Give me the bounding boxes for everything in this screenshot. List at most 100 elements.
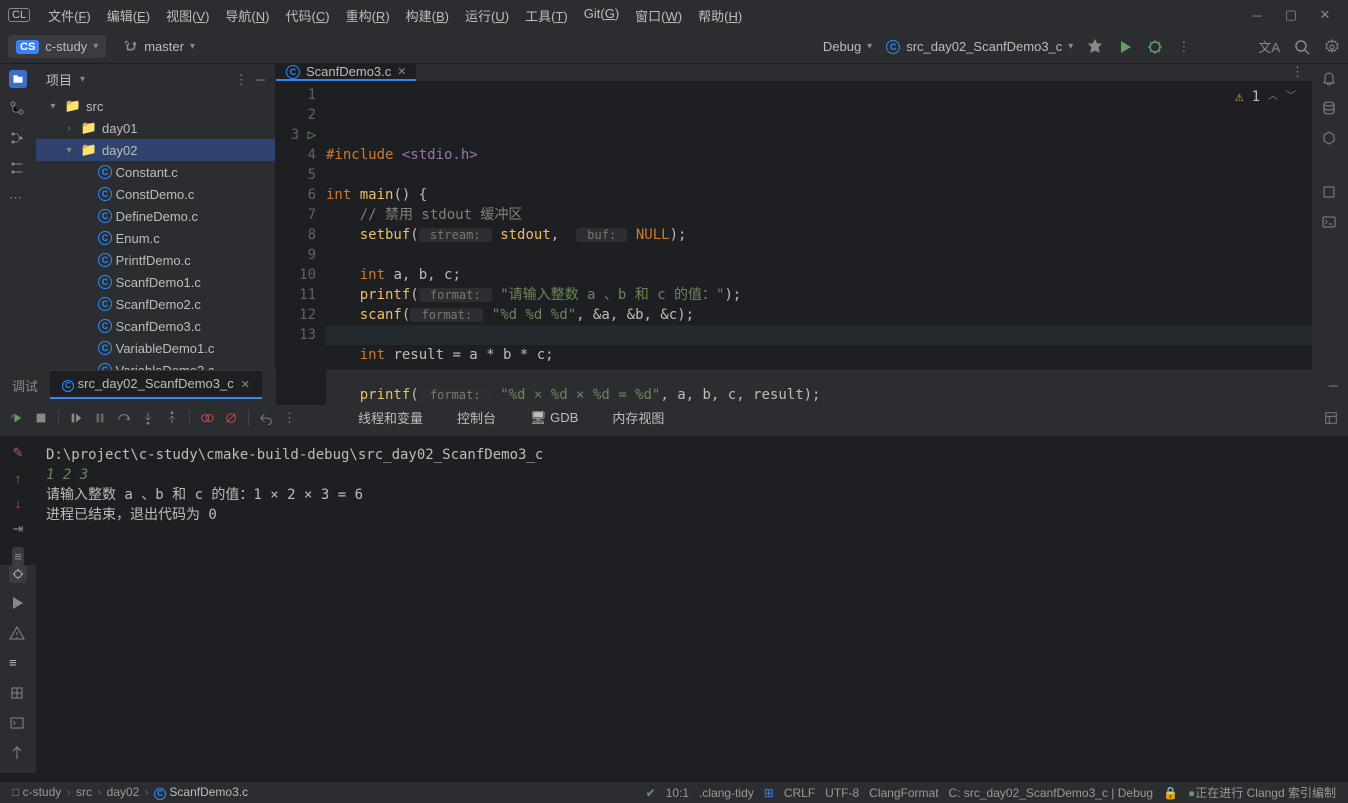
more-actions-button[interactable]: ⋮ xyxy=(1177,39,1190,55)
run-config-status[interactable]: C: src_day02_ScanfDemo3_c | Debug xyxy=(949,786,1154,800)
terminal-icon[interactable] xyxy=(1321,214,1339,232)
tree-row[interactable]: C ScanfDemo3.c xyxy=(36,315,275,337)
services-icon[interactable] xyxy=(9,685,27,703)
problems-icon[interactable] xyxy=(9,625,27,643)
editor-tab[interactable]: C ScanfDemo3.c ✕ xyxy=(276,64,416,81)
nav-down-icon[interactable]: ﹀ xyxy=(1286,87,1296,107)
memory-view-tab[interactable]: 内存视图 xyxy=(600,403,676,432)
cursor-pos[interactable]: 10:1 xyxy=(666,786,689,800)
layout-settings-icon[interactable] xyxy=(1324,411,1338,425)
pane-more-icon[interactable]: ⋮ xyxy=(235,72,248,88)
background-task[interactable]: ●正在进行 Clangd 索引编制 xyxy=(1188,784,1336,801)
view-breakpoints-button[interactable] xyxy=(200,411,214,425)
tree-row[interactable]: C ScanfDemo1.c xyxy=(36,271,275,293)
edit-config-icon[interactable]: ✎ xyxy=(13,445,24,461)
step-over-button[interactable] xyxy=(117,411,131,425)
breadcrumb[interactable]: □ c-study › src › day02 › C ScanfDemo3.c xyxy=(12,785,248,800)
run-mode-selector[interactable]: Debug ▾ xyxy=(823,39,872,54)
git-branch-selector[interactable]: master ▾ xyxy=(118,35,201,58)
mute-breakpoints-button[interactable] xyxy=(224,411,238,425)
debug-session-tab[interactable]: C src_day02_ScanfDemo3_c ✕ xyxy=(50,371,262,399)
database-icon[interactable] xyxy=(1321,100,1339,118)
console-content[interactable]: D:\project\c-study\cmake-build-debug\src… xyxy=(36,437,1348,773)
gdb-tab[interactable]: 🖥 GDB xyxy=(518,405,590,431)
vcs-tool-icon[interactable] xyxy=(9,100,27,118)
scroll-end-icon[interactable]: ≡ xyxy=(12,547,24,566)
tree-row[interactable]: C DefineDemo.c xyxy=(36,205,275,227)
tab-close-icon[interactable]: ✕ xyxy=(397,65,406,78)
debug-more-icon[interactable]: ⋮ xyxy=(283,410,296,426)
close-button[interactable]: ✕ xyxy=(1318,8,1332,22)
tree-row[interactable]: ▾📁day02 xyxy=(36,139,275,161)
encoding[interactable]: UTF-8 xyxy=(825,786,859,800)
minimize-button[interactable]: ─ xyxy=(1250,8,1264,22)
tab-close-icon[interactable]: ✕ xyxy=(238,379,250,391)
search-icon[interactable] xyxy=(1294,39,1310,55)
tree-row[interactable]: C ScanfDemo2.c xyxy=(36,293,275,315)
formatter[interactable]: ClangFormat xyxy=(869,786,938,800)
console-tab[interactable]: 控制台 xyxy=(445,403,508,432)
pane-hide-icon[interactable]: ─ xyxy=(256,72,265,87)
chevron-down-icon[interactable]: ▾ xyxy=(80,74,85,85)
lint-status[interactable]: .clang-tidy xyxy=(699,786,754,800)
settings-icon[interactable] xyxy=(1324,39,1340,55)
resume-button[interactable] xyxy=(69,411,83,425)
threads-vars-tab[interactable]: 线程和变量 xyxy=(346,403,435,432)
translate-icon[interactable]: 文A xyxy=(1258,37,1280,56)
lock-icon[interactable]: 🔒 xyxy=(1163,786,1178,800)
down-arrow-icon[interactable]: ↓ xyxy=(15,496,22,511)
code-area[interactable]: 123 ▷45678910111213 ⚠ 1 ︿ ﹀ #include <st… xyxy=(276,81,1312,405)
tree-row[interactable]: C ConstDemo.c xyxy=(36,183,275,205)
inspection-widget[interactable]: ⚠ 1 ︿ ﹀ xyxy=(1231,85,1300,109)
code-content[interactable]: ⚠ 1 ︿ ﹀ #include <stdio.h> int main() { … xyxy=(326,81,1312,405)
ai-assistant-icon[interactable] xyxy=(1321,130,1339,148)
tree-row[interactable]: C VariableDemo1.c xyxy=(36,337,275,359)
menu-item[interactable]: 工具(T) xyxy=(519,4,574,27)
structure-tool-icon[interactable] xyxy=(9,130,27,148)
menu-item[interactable]: 代码(C) xyxy=(280,4,336,27)
debug-tool-icon[interactable] xyxy=(9,565,27,583)
line-ending[interactable]: CRLF xyxy=(784,786,815,800)
soft-wrap-icon[interactable]: ⇥ xyxy=(13,521,24,537)
run-tool-icon[interactable] xyxy=(9,595,27,613)
cmake-icon[interactable] xyxy=(1321,184,1339,202)
menu-item[interactable]: 导航(N) xyxy=(219,4,275,27)
editor-more-icon[interactable]: ⋮ xyxy=(1283,64,1312,81)
more-tools-icon[interactable] xyxy=(9,160,27,178)
menu-item[interactable]: 视图(V) xyxy=(160,4,215,27)
rerun-button[interactable] xyxy=(10,411,24,425)
tree-row[interactable]: ›📁day01 xyxy=(36,117,275,139)
project-selector[interactable]: CS c-study ▾ xyxy=(8,35,106,58)
stop-button[interactable] xyxy=(34,411,48,425)
tree-row[interactable]: C Constant.c xyxy=(36,161,275,183)
tree-row[interactable]: C VariableDemo2.c xyxy=(36,359,275,370)
maximize-button[interactable]: ▢ xyxy=(1284,8,1298,22)
rollback-button[interactable] xyxy=(259,411,273,425)
tree-row[interactable]: ▾📁src xyxy=(36,95,275,117)
debug-session-tab[interactable]: 调试 xyxy=(0,371,50,399)
run-config-selector[interactable]: C src_day02_ScanfDemo3_c ▾ xyxy=(886,39,1073,54)
menu-item[interactable]: 重构(R) xyxy=(340,4,396,27)
panel-hide-icon[interactable]: ─ xyxy=(1319,371,1348,399)
build-button[interactable] xyxy=(1087,39,1103,55)
menu-item[interactable]: Git(G) xyxy=(578,4,625,27)
menu-item[interactable]: 运行(U) xyxy=(459,4,515,27)
menu-item[interactable]: 编辑(E) xyxy=(101,4,156,27)
terminal-icon[interactable] xyxy=(9,715,27,733)
menu-item[interactable]: 构建(B) xyxy=(400,4,455,27)
menu-item[interactable]: 窗口(W) xyxy=(629,4,688,27)
tree-row[interactable]: C PrintfDemo.c xyxy=(36,249,275,271)
git-icon[interactable] xyxy=(9,745,27,763)
pause-button[interactable] xyxy=(93,411,107,425)
menu-item[interactable]: 文件(F) xyxy=(42,4,97,27)
step-into-button[interactable] xyxy=(141,411,155,425)
project-tool-icon[interactable] xyxy=(9,70,27,88)
up-arrow-icon[interactable]: ↑ xyxy=(15,471,22,486)
todo-icon[interactable]: ≡ xyxy=(9,655,27,673)
menu-item[interactable]: 帮助(H) xyxy=(692,4,748,27)
ellipsis-icon[interactable]: ⋯ xyxy=(9,190,27,208)
tree-row[interactable]: C Enum.c xyxy=(36,227,275,249)
run-button[interactable] xyxy=(1117,39,1133,55)
step-out-button[interactable] xyxy=(165,411,179,425)
notifications-icon[interactable] xyxy=(1321,70,1339,88)
